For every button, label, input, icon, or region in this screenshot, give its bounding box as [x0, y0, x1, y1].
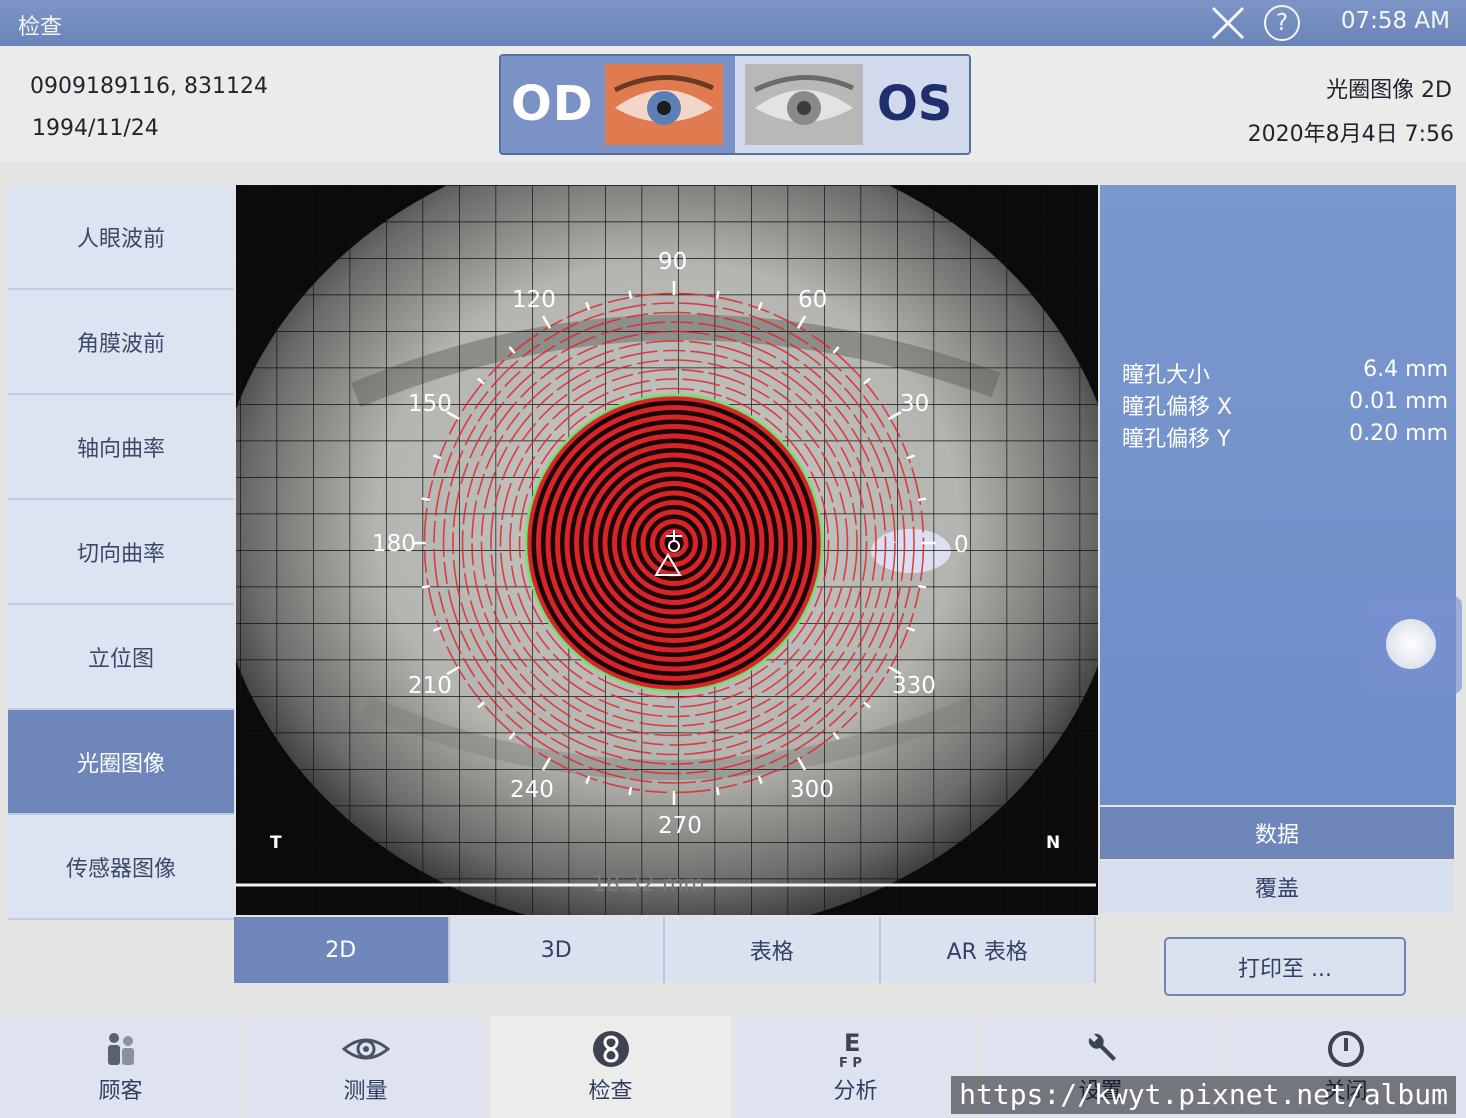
sidebar-item-wavefront-cornea[interactable]: 角膜波前 — [8, 290, 234, 395]
angle-label-30: 30 — [900, 391, 929, 417]
exam-datetime: 2020年8月4日 7:56 — [1247, 122, 1454, 147]
patient-dob: 1994/11/24 — [32, 116, 159, 141]
nav-exam[interactable]: 检查 — [490, 1016, 731, 1118]
right-eye-image — [605, 64, 723, 145]
measurement-panel: 瞳孔大小 6.4 mm 瞳孔偏移 X 0.01 mm 瞳孔偏移 Y 0.20 m… — [1100, 185, 1456, 805]
svg-text:E: E — [844, 1029, 860, 1057]
angle-label-300: 300 — [790, 777, 834, 803]
measurement-row: 瞳孔偏移 X 0.01 mm — [1122, 389, 1448, 421]
mode-title: 光圈图像 2D — [1326, 78, 1452, 103]
measurement-value: 0.20 mm — [1349, 421, 1448, 446]
angle-tick — [918, 584, 927, 589]
window-title: 检查 — [18, 15, 63, 40]
nav-analysis[interactable]: E F P 分析 — [735, 1016, 976, 1118]
angle-label-240: 240 — [510, 777, 554, 803]
close-icon[interactable] — [1208, 4, 1248, 42]
nav-customers[interactable]: 顾客 — [0, 1016, 241, 1118]
left-eye-image — [745, 64, 863, 145]
eye-image-canvas: 0 30 60 90 120 150 180 210 240 270 300 3… — [236, 185, 1098, 915]
clock: 07:58 AM — [1340, 8, 1450, 34]
data-button[interactable]: 数据 — [1100, 807, 1454, 859]
nav-label: 检查 — [588, 1079, 633, 1104]
tab-ar-table[interactable]: AR 表格 — [880, 917, 1096, 983]
nav-label: 测量 — [343, 1079, 388, 1104]
angle-tick — [628, 787, 633, 796]
print-button[interactable]: 打印至 ... — [1164, 937, 1406, 996]
measurement-value: 0.01 mm — [1349, 389, 1448, 414]
os-label: OS — [877, 76, 953, 132]
angle-label-0: 0 — [954, 532, 969, 558]
scale-label: 18.32 mm — [592, 872, 705, 897]
sidebar-item-aperture-image[interactable]: 光圈图像 — [8, 710, 234, 815]
tab-table[interactable]: 表格 — [665, 917, 881, 983]
view-tabs: 2D 3D 表格 AR 表格 — [234, 917, 1096, 983]
measurement-label: 瞳孔偏移 X — [1122, 395, 1233, 420]
angle-label-330: 330 — [892, 673, 936, 699]
od-label: OD — [511, 76, 594, 132]
sidebar-item-tangential-curvature[interactable]: 切向曲率 — [8, 500, 234, 605]
nav-measure[interactable]: 测量 — [245, 1016, 486, 1118]
nav-label: 顾客 — [98, 1079, 143, 1104]
nav-label: 分析 — [833, 1079, 878, 1104]
angle-label-120: 120 — [512, 287, 556, 313]
customers-icon — [107, 1033, 134, 1065]
measurement-row: 瞳孔大小 6.4 mm — [1122, 357, 1448, 389]
sidebar-item-wavefront-eye[interactable]: 人眼波前 — [8, 185, 234, 290]
help-icon[interactable]: ? — [1264, 5, 1300, 41]
angle-tick — [918, 497, 927, 502]
power-icon — [1327, 1031, 1364, 1067]
title-bar: 检查 ? 07:58 AM — [0, 0, 1466, 46]
angle-label-270: 270 — [658, 813, 702, 839]
od-eye-button[interactable]: OD — [501, 56, 735, 153]
view-sidebar: 人眼波前 角膜波前 轴向曲率 切向曲率 立位图 光圈图像 传感器图像 — [8, 185, 234, 920]
angle-label-180: 180 — [372, 531, 416, 557]
watermark-url: https://kwyt.pixnet.net/album — [951, 1076, 1456, 1114]
overlay-button[interactable]: 覆盖 — [1100, 861, 1454, 913]
angle-tick — [715, 787, 720, 796]
angle-label-150: 150 — [408, 391, 452, 417]
assistive-touch-icon — [1386, 619, 1436, 669]
svg-text:F P: F P — [839, 1056, 862, 1069]
eye-measure-icon — [341, 1038, 390, 1060]
measurement-row: 瞳孔偏移 Y 0.20 mm — [1122, 421, 1448, 453]
patient-id: 0909189116, 831124 — [30, 74, 268, 99]
eye-selector: OD OS — [499, 54, 971, 155]
tab-3d[interactable]: 3D — [449, 917, 665, 983]
angle-tick — [715, 290, 720, 299]
angle-tick — [628, 290, 633, 299]
assistive-touch-button[interactable] — [1364, 596, 1462, 694]
nasal-marker: N — [1046, 833, 1060, 853]
wrench-icon — [1088, 1033, 1116, 1061]
os-eye-button[interactable]: OS — [735, 56, 969, 153]
temporal-marker: T — [270, 833, 282, 853]
measurement-label: 瞳孔大小 — [1122, 363, 1211, 388]
angle-label-60: 60 — [798, 287, 827, 313]
sidebar-item-axial-curvature[interactable]: 轴向曲率 — [8, 395, 234, 500]
tab-2d[interactable]: 2D — [234, 917, 450, 983]
analysis-icon: E F P — [839, 1029, 862, 1069]
angle-tick — [421, 584, 430, 589]
angle-label-90: 90 — [658, 249, 687, 275]
measurement-value: 6.4 mm — [1363, 357, 1448, 382]
aperture-image-view: 0 30 60 90 120 150 180 210 240 270 300 3… — [236, 185, 1098, 915]
angle-label-210: 210 — [408, 673, 452, 699]
sidebar-item-elevation[interactable]: 立位图 — [8, 605, 234, 710]
exam-icon — [592, 1031, 629, 1067]
measurement-label: 瞳孔偏移 Y — [1122, 427, 1231, 452]
angle-tick — [421, 497, 430, 502]
sidebar-item-sensor-image[interactable]: 传感器图像 — [8, 815, 234, 920]
